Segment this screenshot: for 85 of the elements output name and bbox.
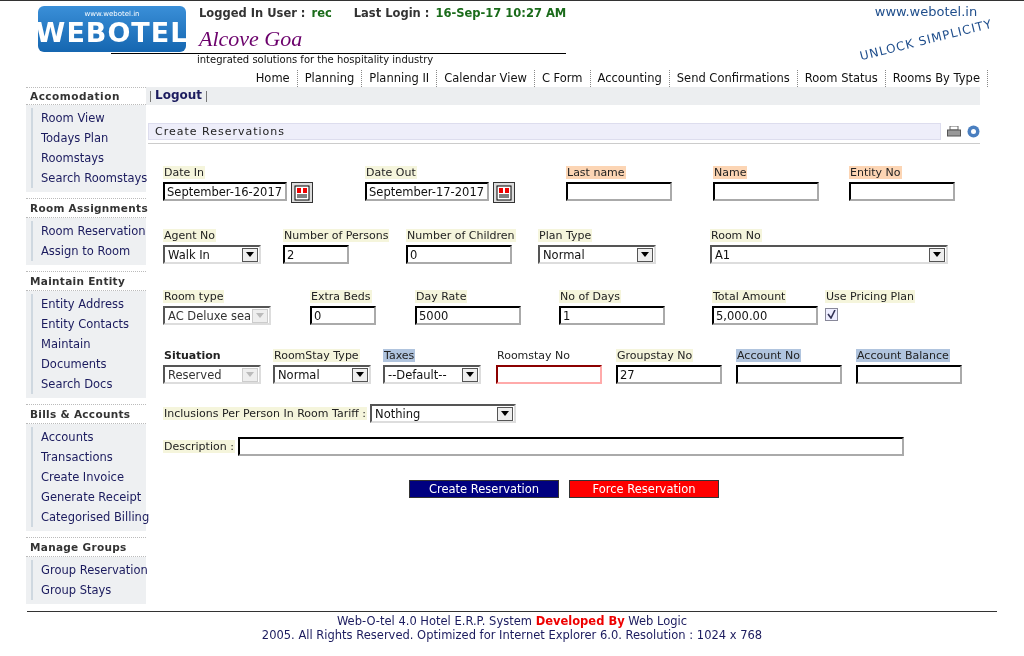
field-label: Total Amount xyxy=(712,290,787,303)
field-label: Description : xyxy=(163,440,235,453)
field-label: Groupstay No xyxy=(616,349,694,362)
text-field[interactable] xyxy=(566,182,672,201)
sidebar-link[interactable]: Entity Contacts xyxy=(31,314,146,334)
field-label: Extra Beds xyxy=(310,290,372,303)
text-field[interactable] xyxy=(713,182,819,201)
field-label: No of Days xyxy=(559,290,621,303)
text-field[interactable] xyxy=(856,365,962,384)
field-label: RoomStay Type xyxy=(273,349,360,362)
sidebar-link[interactable]: Group Reservation xyxy=(31,560,146,580)
user-name: rec xyxy=(311,6,332,20)
field-label: Last name xyxy=(566,166,626,179)
field-label: Room No xyxy=(710,229,762,242)
tagline: integrated solutions for the hospitality industry xyxy=(111,53,567,66)
force-button[interactable]: Force Reservation xyxy=(569,480,719,498)
field-label: Name xyxy=(713,166,748,179)
sidebar-link[interactable]: Room View xyxy=(31,108,146,128)
hotel-name: Alcove Goa xyxy=(199,26,304,52)
field-label: Account Balance xyxy=(856,349,950,362)
field-label: Date Out xyxy=(365,166,417,179)
text-field[interactable]: 5,000.00 xyxy=(712,306,818,325)
sidebar-link[interactable]: Generate Receipt xyxy=(31,487,146,507)
sidebar-link[interactable]: Entity Address xyxy=(31,294,146,314)
date-field[interactable]: September-17-2017 xyxy=(365,182,489,201)
sidebar-link[interactable]: Search Roomstays xyxy=(31,168,146,188)
field-label: Date In xyxy=(163,166,205,179)
logged-in-label: Logged In User : xyxy=(199,6,306,20)
calendar-button[interactable] xyxy=(291,182,313,203)
text-field[interactable]: 0 xyxy=(406,245,512,264)
page-title: Create Reservations xyxy=(148,123,941,140)
text-field[interactable]: 5000 xyxy=(415,306,521,325)
sidebar-link[interactable]: Assign to Room xyxy=(31,241,146,261)
dropdown[interactable]: A1 xyxy=(710,245,948,264)
sidebar-link[interactable]: Roomstays xyxy=(31,148,146,168)
sidebar-link[interactable]: Todays Plan xyxy=(31,128,146,148)
field-label: Plan Type xyxy=(538,229,593,242)
text-field[interactable] xyxy=(736,365,842,384)
field-label: Use Pricing Plan xyxy=(825,290,916,303)
field-label: Number of Children xyxy=(406,229,516,242)
create-button[interactable]: Create Reservation xyxy=(409,480,559,498)
date-field[interactable]: September-16-2017 xyxy=(163,182,287,201)
help-icon[interactable] xyxy=(967,125,980,138)
field-label: Account No xyxy=(736,349,801,362)
dropdown[interactable]: Normal xyxy=(538,245,656,264)
footer-credit: Web-O-tel 4.0 Hotel E.R.P. System Developed By Web Logic xyxy=(336,614,688,628)
sidebar-link[interactable]: Documents xyxy=(31,354,146,374)
field-label: Inclusions Per Person In Room Tariff : xyxy=(163,407,368,420)
field-label: Situation xyxy=(163,349,222,362)
field-label: Number of Persons xyxy=(283,229,390,242)
logout-link[interactable]: Logout xyxy=(155,89,202,103)
sidebar-link[interactable]: Maintain xyxy=(31,334,146,354)
print-icon[interactable] xyxy=(947,125,961,138)
dropdown[interactable]: Normal xyxy=(273,365,371,384)
field-label: Taxes xyxy=(383,349,416,362)
text-field[interactable]: 1 xyxy=(559,306,665,325)
last-login-label: Last Login : xyxy=(353,6,430,20)
field-label: Day Rate xyxy=(415,290,468,303)
dropdown[interactable]: Walk In xyxy=(163,245,261,264)
sidebar-heading: Accomodation xyxy=(26,87,146,105)
text-field[interactable] xyxy=(496,365,602,384)
dropdown[interactable]: --Default-- xyxy=(383,365,481,384)
text-field[interactable]: 27 xyxy=(616,365,722,384)
text-field[interactable] xyxy=(849,182,955,201)
sidebar-link[interactable]: Accounts xyxy=(31,427,146,447)
checkbox[interactable] xyxy=(825,308,838,321)
calendar-button[interactable] xyxy=(493,182,515,203)
sidebar-link[interactable]: Group Stays xyxy=(31,580,146,600)
field-label: Agent No xyxy=(163,229,216,242)
last-login-time: 16-Sep-17 10:27 AM xyxy=(435,6,567,20)
text-field[interactable]: 2 xyxy=(283,245,349,264)
footer-notice: 2005. All Rights Reserved. Optimized for Internet Explorer 6.0. Resolution : 1024 x 768 xyxy=(261,628,763,642)
sidebar-link[interactable]: Create Invoice xyxy=(31,467,146,487)
sidebar-link[interactable]: Transactions xyxy=(31,447,146,467)
site-address: www.webotel.in xyxy=(874,4,978,19)
field-label: Entity No xyxy=(849,166,902,179)
dropdown[interactable]: Nothing xyxy=(370,404,517,423)
calendar-icon xyxy=(294,184,310,201)
field-label: Room type xyxy=(163,290,225,303)
description-field[interactable] xyxy=(237,437,904,456)
field-label: Roomstay No xyxy=(496,349,572,362)
sidebar-link[interactable]: Search Docs xyxy=(31,374,146,394)
calendar-icon xyxy=(496,184,512,201)
text-field[interactable]: 0 xyxy=(310,306,376,325)
sidebar-link[interactable]: Room Reservation xyxy=(31,221,146,241)
